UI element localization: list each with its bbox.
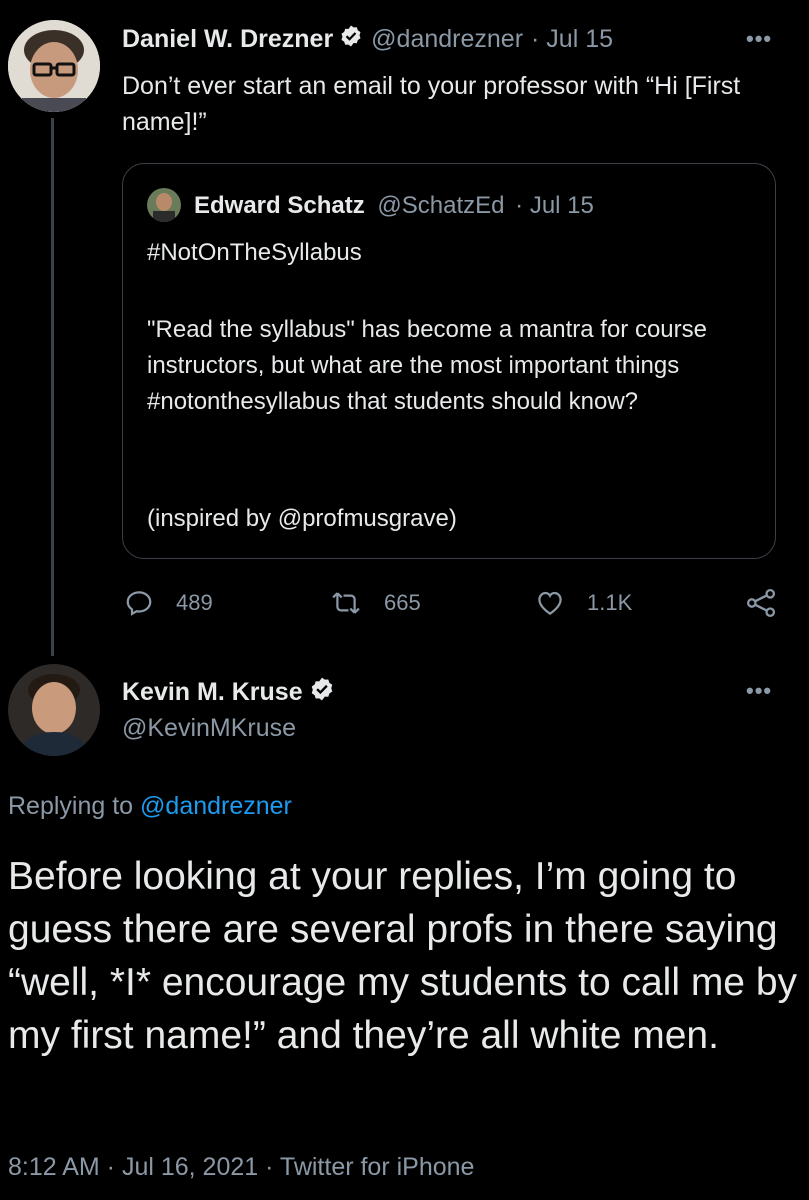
- reply-count: 489: [176, 590, 213, 615]
- retweet-icon: [332, 592, 360, 614]
- reply-text: Before looking at your replies, I’m goin…: [8, 855, 798, 1057]
- more-icon[interactable]: •••: [746, 26, 772, 52]
- quoted-paragraph: "Read the syllabus" has become a mantra …: [147, 316, 707, 415]
- tweet1-date[interactable]: · Jul 15: [531, 25, 613, 54]
- quoted-author-name[interactable]: Edward Schatz: [194, 192, 365, 219]
- quoted-hashtag-line: #NotOnTheSyllabus: [147, 239, 362, 266]
- tweet1-author-name[interactable]: Daniel W. Drezner: [122, 25, 333, 54]
- like-icon: [538, 591, 562, 615]
- like-action[interactable]: 1.1K: [535, 588, 632, 618]
- avatar-kevin-kruse[interactable]: [8, 664, 100, 756]
- thread-connector-line: [51, 118, 54, 656]
- tweet1-header: Daniel W. Drezner @dandrezner · Jul 15: [122, 24, 613, 55]
- reply-action[interactable]: 489: [124, 588, 213, 618]
- replying-to-link[interactable]: @dandrezner: [140, 792, 292, 820]
- reply-timestamp[interactable]: 8:12 AM · Jul 16, 2021 · Twitter for iPh…: [8, 1153, 474, 1182]
- quoted-date[interactable]: · Jul 15: [515, 192, 594, 219]
- avatar-edward-schatz[interactable]: [147, 188, 181, 222]
- verified-badge-icon: [309, 676, 335, 709]
- like-count: 1.1K: [587, 590, 633, 615]
- quoted-handle[interactable]: @SchatzEd: [377, 192, 504, 219]
- replying-to-line: Replying to @dandrezner: [8, 792, 292, 821]
- more-icon[interactable]: •••: [746, 678, 772, 704]
- retweet-count: 665: [384, 590, 421, 615]
- quoted-footer: (inspired by @profmusgrave): [147, 505, 457, 532]
- quoted-header: Edward Schatz @SchatzEd · Jul 15: [194, 192, 594, 220]
- reply-header: Kevin M. Kruse: [122, 676, 335, 709]
- share-icon[interactable]: [744, 586, 778, 625]
- reply-handle[interactable]: @KevinMKruse: [122, 714, 296, 743]
- tweet1-handle[interactable]: @dandrezner: [371, 25, 523, 54]
- tweet1-text: Don’t ever start an email to your profes…: [122, 72, 741, 136]
- verified-badge-icon: [339, 24, 363, 55]
- reply-author-name[interactable]: Kevin M. Kruse: [122, 678, 303, 707]
- reply-icon: [126, 591, 152, 616]
- avatar-daniel-drezner[interactable]: [8, 20, 100, 112]
- retweet-action[interactable]: 665: [330, 588, 421, 618]
- replying-prefix: Replying to: [8, 792, 134, 820]
